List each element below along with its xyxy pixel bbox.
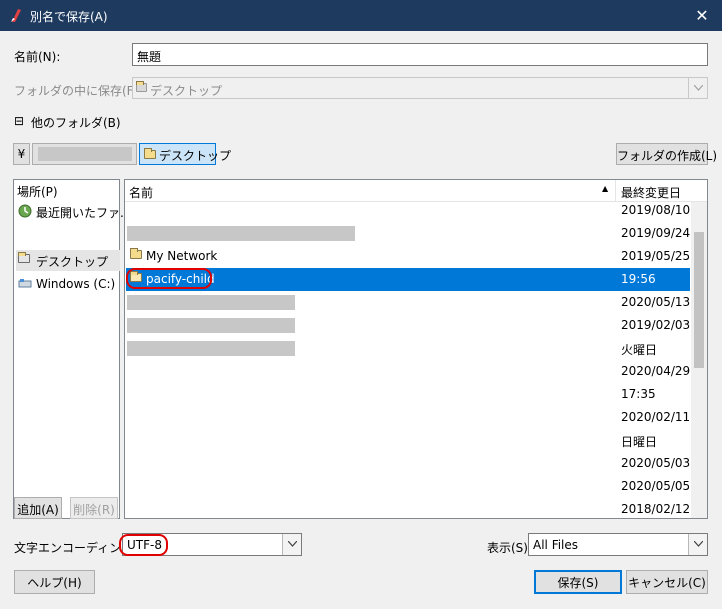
filter-label: 表示(S): <box>487 541 533 555</box>
places-pane: 場所(P) 最近開いたファ... デスクトップ Windows (C:) <box>13 179 131 519</box>
places-item-label: デスクトップ <box>36 255 109 269</box>
places-header: 場所(P) <box>17 185 58 199</box>
filter-combo[interactable]: All Files <box>528 533 708 556</box>
path-root-button[interactable]: ¥ <box>13 143 30 165</box>
file-row[interactable]: 2020/02/11 <box>126 406 690 429</box>
places-item-recent[interactable]: 最近開いたファ... <box>16 201 131 222</box>
file-date: 2019/05/25 <box>621 249 691 263</box>
other-folders-label[interactable]: 他のフォルダ(B) <box>31 114 121 131</box>
save-in-dropdown-button <box>688 78 707 98</box>
file-row[interactable]: 2019/02/03 <box>126 314 690 337</box>
remove-place-button: 削除(R) <box>70 497 118 519</box>
file-date: 2020/02/11 <box>621 410 691 424</box>
annotation-highlight <box>126 268 212 289</box>
file-name: My Network <box>146 249 218 263</box>
title-bar: 別名で保存(A) ✕ <box>0 0 722 31</box>
file-date: 2019/02/03 <box>621 318 691 332</box>
create-folder-button[interactable]: フォルダの作成(L) <box>616 143 717 165</box>
file-row[interactable]: 2019/08/10 <box>126 199 690 222</box>
file-date: 2018/02/12 <box>621 502 691 516</box>
folder-icon <box>136 81 147 92</box>
file-date: 2020/05/13 <box>621 295 691 309</box>
file-date: 火曜日 <box>621 343 658 357</box>
file-date: 2019/09/24 <box>621 226 691 240</box>
path-current-label: デスクトップ <box>159 149 232 163</box>
redacted-block <box>127 341 295 356</box>
path-segment-button[interactable] <box>32 143 137 165</box>
file-date: 2020/05/03 <box>621 456 691 470</box>
file-row[interactable]: 2020/05/05 <box>126 475 690 498</box>
file-row[interactable]: 2020/05/13 <box>126 291 690 314</box>
other-folders-toggle-icon[interactable]: ⊟ <box>14 114 24 128</box>
save-in-combo: デスクトップ <box>132 77 708 99</box>
chevron-down-icon <box>694 541 703 547</box>
sort-ascending-icon: ▲ <box>602 184 609 193</box>
file-row[interactable]: 2020/05/03 <box>126 452 690 475</box>
filename-label: 名前(N): <box>14 50 61 64</box>
file-row[interactable]: 17:35 <box>126 383 690 406</box>
file-row[interactable]: 火曜日 <box>126 337 690 360</box>
file-list-pane: 名前 ▲ 最終変更日 2019/08/10 2019/09/24 My Netw… <box>124 179 708 519</box>
file-date: 17:35 <box>621 387 656 401</box>
redacted-block <box>127 295 295 310</box>
file-row[interactable]: 2019/09/24 <box>126 222 690 245</box>
file-date: 日曜日 <box>621 435 658 449</box>
file-row[interactable]: My Network 2019/05/25 <box>126 245 690 268</box>
add-place-button[interactable]: 追加(A) <box>14 497 62 519</box>
help-button[interactable]: ヘルプ(H) <box>14 570 95 594</box>
filename-value: 無題 <box>137 50 162 64</box>
save-button[interactable]: 保存(S) <box>534 570 622 594</box>
folder-icon <box>144 148 156 159</box>
file-date: 2020/04/29 <box>621 364 691 378</box>
file-date: 2020/05/05 <box>621 479 691 493</box>
home-glyph: ¥ <box>17 147 26 161</box>
folder-icon <box>130 248 144 262</box>
recent-icon <box>18 204 32 218</box>
annotation-highlight <box>119 534 168 556</box>
file-row[interactable]: 日曜日 <box>126 429 690 452</box>
places-item-desktop[interactable]: デスクトップ <box>16 250 120 271</box>
chevron-down-icon <box>288 541 297 547</box>
path-current-button[interactable]: デスクトップ <box>139 143 231 165</box>
filter-dropdown-button[interactable] <box>688 534 707 555</box>
encoding-dropdown-button[interactable] <box>282 534 301 555</box>
close-button[interactable]: ✕ <box>690 5 714 27</box>
places-item-label: 最近開いたファ... <box>36 206 132 220</box>
places-item-drive[interactable]: Windows (C:) <box>16 274 120 295</box>
scrollbar-thumb[interactable] <box>694 232 704 368</box>
redacted-block <box>127 226 355 241</box>
places-item-label: Windows (C:) <box>36 277 116 291</box>
filename-input[interactable]: 無題 <box>132 43 708 66</box>
file-list-scrollbar[interactable] <box>691 202 707 518</box>
file-date: 2019/08/10 <box>621 203 691 217</box>
cancel-button[interactable]: キャンセル(C) <box>626 570 708 594</box>
file-row[interactable]: 2020/04/29 <box>126 360 690 383</box>
filter-value: All Files <box>533 538 579 552</box>
folder-icon <box>18 252 32 266</box>
chevron-down-icon <box>694 85 703 91</box>
window-title: 別名で保存(A) <box>30 10 108 24</box>
file-row[interactable]: 2018/02/12 <box>126 498 691 518</box>
drive-icon <box>18 279 32 288</box>
file-date: 19:56 <box>621 272 656 286</box>
redacted-block <box>127 318 295 333</box>
save-in-value: デスクトップ <box>150 84 223 98</box>
app-icon <box>11 9 21 22</box>
save-in-label: フォルダの中に保存(F): <box>14 84 143 98</box>
redacted-block <box>38 147 132 161</box>
